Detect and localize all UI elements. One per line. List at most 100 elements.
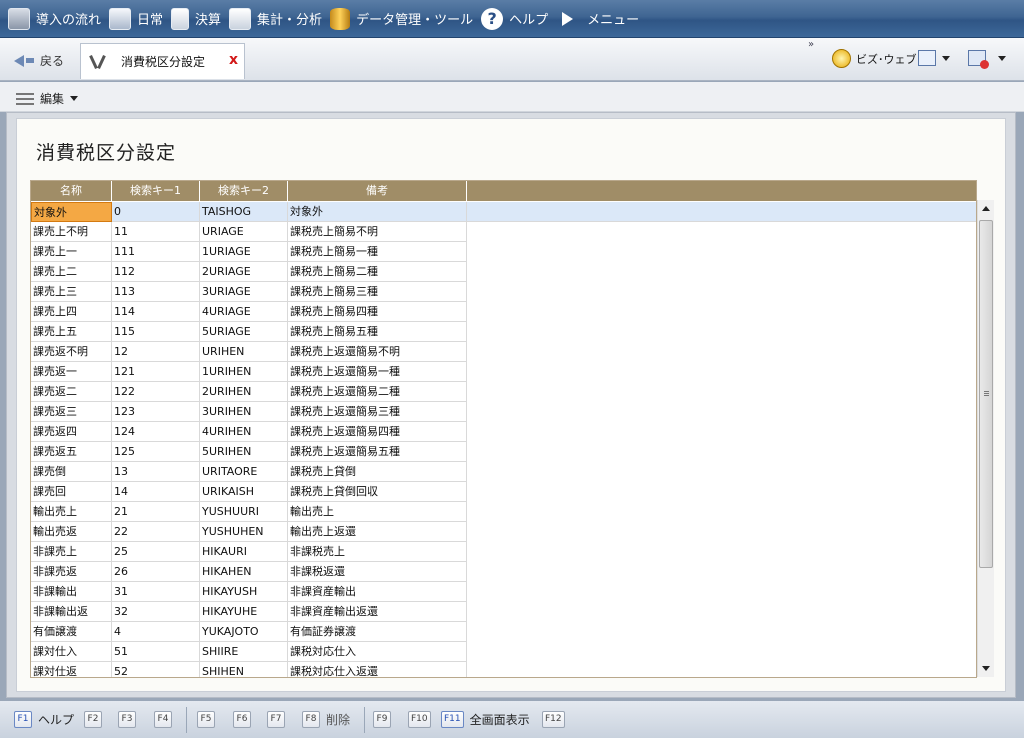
cell-remarks[interactable]: 非課税売上 (288, 542, 467, 562)
table-row[interactable]: 課売上一 111 1URIAGE 課税売上簡易一種 (31, 242, 467, 262)
fkey-help-button[interactable]: F1 ヘルプ (14, 710, 74, 728)
menu-item-help[interactable]: ? ヘルプ (481, 0, 548, 38)
vertical-scrollbar[interactable] (977, 200, 994, 677)
table-row[interactable]: 課対仕入 51 SHIIRE 課税対応仕入 (31, 642, 467, 662)
table-row[interactable]: 課売上四 114 4URIAGE 課税売上簡易四種 (31, 302, 467, 322)
cell-search-key-1[interactable]: 115 (112, 322, 200, 342)
cell-search-key-2[interactable]: 2URIHEN (200, 382, 288, 402)
cell-search-key-1[interactable]: 31 (112, 582, 200, 602)
table-row[interactable]: 輸出売返 22 YUSHUHEN 輸出売上返還 (31, 522, 467, 542)
cell-search-key-2[interactable]: TAISHOG (200, 202, 288, 222)
table-row[interactable]: 非課売上 25 HIKAURI 非課税売上 (31, 542, 467, 562)
cell-remarks[interactable]: 課税売上簡易一種 (288, 242, 467, 262)
close-tab-icon[interactable]: x (229, 52, 238, 68)
cell-name[interactable]: 対象外 (31, 202, 112, 222)
cell-search-key-2[interactable]: 2URIAGE (200, 262, 288, 282)
cell-search-key-1[interactable]: 12 (112, 342, 200, 362)
menu-item-closing[interactable]: 決算 (171, 0, 221, 38)
header-remarks[interactable]: 備考 (288, 181, 467, 201)
edit-menu-button[interactable]: 編集 (16, 90, 79, 107)
cell-search-key-2[interactable]: HIKAHEN (200, 562, 288, 582)
favorites-icon[interactable] (918, 50, 936, 66)
cell-search-key-2[interactable]: 5URIHEN (200, 442, 288, 462)
table-row[interactable]: 対象外 0 TAISHOG 対象外 (31, 202, 976, 222)
cell-name[interactable]: 課対仕返 (31, 662, 112, 677)
biz-web-button[interactable]: ビズ･ウェブ (832, 49, 917, 68)
cell-remarks[interactable]: 課税売上貸倒 (288, 462, 467, 482)
table-row[interactable]: 課売返五 125 5URIHEN 課税売上返還簡易五種 (31, 442, 467, 462)
window-close-icon[interactable] (968, 50, 989, 69)
table-row[interactable]: 課売返二 122 2URIHEN 課税売上返還簡易二種 (31, 382, 467, 402)
cell-search-key-1[interactable]: 125 (112, 442, 200, 462)
fkey-f4-button[interactable]: F4 (154, 710, 172, 728)
fkey-f12-button[interactable]: F12 (542, 710, 565, 728)
cell-search-key-2[interactable]: 3URIHEN (200, 402, 288, 422)
cell-remarks[interactable]: 課税売上返還簡易二種 (288, 382, 467, 402)
cell-search-key-2[interactable]: 5URIAGE (200, 322, 288, 342)
table-row[interactable]: 輸出売上 21 YUSHUURI 輸出売上 (31, 502, 467, 522)
cell-name[interactable]: 課売上不明 (31, 222, 112, 242)
tab-consumption-tax-settings[interactable]: 消費税区分設定 x (80, 43, 245, 79)
cell-search-key-2[interactable]: HIKAYUSH (200, 582, 288, 602)
scroll-down-icon[interactable] (982, 666, 990, 671)
fkey-f3-button[interactable]: F3 (118, 710, 136, 728)
table-row[interactable]: 課売返三 123 3URIHEN 課税売上返還簡易三種 (31, 402, 467, 422)
cell-search-key-1[interactable]: 51 (112, 642, 200, 662)
cell-search-key-1[interactable]: 22 (112, 522, 200, 542)
fkey-f10-button[interactable]: F10 (408, 710, 431, 728)
cell-name[interactable]: 課売上一 (31, 242, 112, 262)
fkey-f6-button[interactable]: F6 (233, 710, 251, 728)
cell-remarks[interactable]: 非課資産輸出返還 (288, 602, 467, 622)
cell-remarks[interactable]: 非課資産輸出 (288, 582, 467, 602)
cell-name[interactable]: 課売返不明 (31, 342, 112, 362)
toolbar-overflow-icon[interactable]: » (808, 39, 814, 50)
cell-name[interactable]: 非課輸出 (31, 582, 112, 602)
cell-name[interactable]: 課売返三 (31, 402, 112, 422)
cell-search-key-1[interactable]: 32 (112, 602, 200, 622)
cell-name[interactable]: 課売上四 (31, 302, 112, 322)
cell-search-key-2[interactable]: YUSHUHEN (200, 522, 288, 542)
table-row[interactable]: 非課輸出返 32 HIKAYUHE 非課資産輸出返還 (31, 602, 467, 622)
cell-remarks[interactable]: 輸出売上 (288, 502, 467, 522)
chevron-down-icon[interactable] (942, 56, 950, 61)
cell-remarks[interactable]: 課税売上簡易三種 (288, 282, 467, 302)
cell-search-key-2[interactable]: URIKAISH (200, 482, 288, 502)
cell-remarks[interactable]: 課税売上簡易二種 (288, 262, 467, 282)
cell-name[interactable]: 有価譲渡 (31, 622, 112, 642)
cell-search-key-1[interactable]: 0 (112, 202, 200, 222)
cell-name[interactable]: 課売返一 (31, 362, 112, 382)
cell-remarks[interactable]: 課税売上返還簡易一種 (288, 362, 467, 382)
cell-name[interactable]: 課売返二 (31, 382, 112, 402)
chevron-down-icon[interactable] (998, 56, 1006, 61)
cell-remarks[interactable]: 非課税返還 (288, 562, 467, 582)
cell-search-key-2[interactable]: URITAORE (200, 462, 288, 482)
cell-search-key-1[interactable]: 13 (112, 462, 200, 482)
cell-remarks[interactable]: 課税対応仕入返還 (288, 662, 467, 677)
cell-remarks[interactable]: 課税売上簡易四種 (288, 302, 467, 322)
cell-name[interactable]: 輸出売上 (31, 502, 112, 522)
table-row[interactable]: 非課輸出 31 HIKAYUSH 非課資産輸出 (31, 582, 467, 602)
cell-remarks[interactable]: 課税売上簡易五種 (288, 322, 467, 342)
cell-name[interactable]: 非課輸出返 (31, 602, 112, 622)
cell-search-key-2[interactable]: SHIIRE (200, 642, 288, 662)
cell-search-key-1[interactable]: 113 (112, 282, 200, 302)
header-search-key-2[interactable]: 検索キー2 (200, 181, 288, 201)
table-row[interactable]: 課売上二 112 2URIAGE 課税売上簡易二種 (31, 262, 467, 282)
table-row[interactable]: 課売返一 121 1URIHEN 課税売上返還簡易一種 (31, 362, 467, 382)
cell-search-key-1[interactable]: 52 (112, 662, 200, 677)
cell-name[interactable]: 非課売上 (31, 542, 112, 562)
header-search-key-1[interactable]: 検索キー1 (112, 181, 200, 201)
cell-name[interactable]: 課売倒 (31, 462, 112, 482)
fkey-fullscreen-button[interactable]: F11 全画面表示 (441, 710, 530, 728)
cell-search-key-1[interactable]: 25 (112, 542, 200, 562)
cell-name[interactable]: 輸出売返 (31, 522, 112, 542)
cell-search-key-2[interactable]: HIKAURI (200, 542, 288, 562)
cell-remarks[interactable]: 課税売上返還簡易三種 (288, 402, 467, 422)
cell-search-key-2[interactable]: 4URIHEN (200, 422, 288, 442)
cell-search-key-2[interactable]: 3URIAGE (200, 282, 288, 302)
fkey-f7-button[interactable]: F7 (267, 710, 285, 728)
table-row[interactable]: 課売返四 124 4URIHEN 課税売上返還簡易四種 (31, 422, 467, 442)
cell-remarks[interactable]: 有価証券譲渡 (288, 622, 467, 642)
cell-search-key-1[interactable]: 114 (112, 302, 200, 322)
table-row[interactable]: 課売倒 13 URITAORE 課税売上貸倒 (31, 462, 467, 482)
